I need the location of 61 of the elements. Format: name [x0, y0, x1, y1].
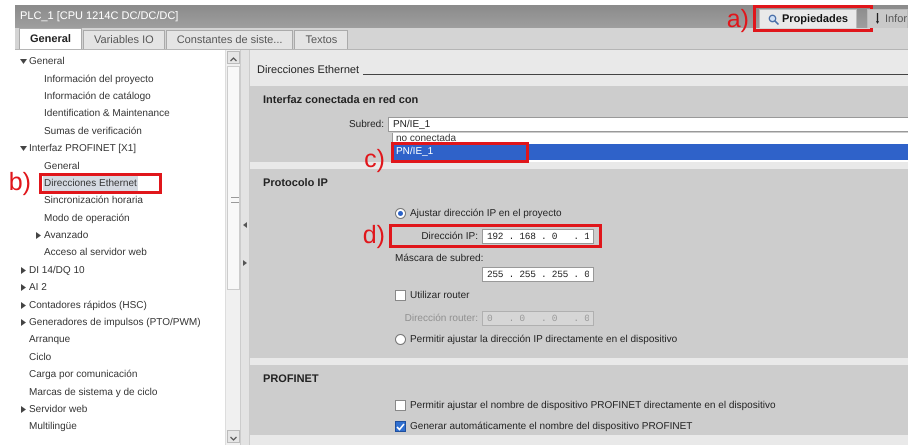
tree-item[interactable]: Información del proyecto [43, 72, 155, 87]
panel-tab[interactable]: Textos [294, 30, 348, 49]
tree-item[interactable]: Identification & Maintenance [43, 106, 171, 122]
tree-item[interactable]: Ciclo [28, 350, 52, 365]
radio-button[interactable] [395, 208, 406, 219]
section-heading: Direcciones Ethernet [257, 62, 360, 78]
input-field[interactable]: 255 . 255 . 255 . 0 [482, 267, 594, 282]
dropdown-option[interactable]: PN/IE_1 [393, 144, 908, 160]
field-label: Dirección router: [404, 312, 478, 326]
dropdown-field[interactable]: PN/IE_1 [388, 117, 908, 132]
tree-item[interactable]: DI 14/DQ 10 [28, 262, 86, 278]
field-label: Dirección IP: [420, 230, 478, 244]
magnifier-icon [768, 14, 779, 24]
tree-item[interactable]: Modo de operación [43, 210, 131, 226]
tree-item[interactable]: Servidor web [28, 402, 88, 417]
splitter-arrow-icon [243, 222, 247, 228]
checkbox[interactable] [395, 400, 406, 411]
checkbox-label: Generar automáticamente el nombre del dispositivo PROFINET [410, 420, 692, 434]
tree-item[interactable]: General [28, 54, 66, 70]
panel-tab[interactable]: Constantes de siste... [166, 30, 294, 49]
tree-item[interactable]: Contadores rápidos (HSC) [28, 298, 148, 313]
tree-item[interactable]: Direcciones Ethernet [43, 176, 138, 191]
field-label: Máscara de subred: [395, 252, 484, 266]
tree-item[interactable]: Carga por comunicación [28, 367, 138, 382]
splitter-arrow-icon [243, 260, 247, 266]
tree-item[interactable]: Interfaz PROFINET [X1] [28, 141, 138, 156]
dropdown-option[interactable]: no conectada [393, 133, 908, 144]
tree-item[interactable]: Marcas de sistema y de ciclo [28, 384, 158, 400]
tree-item[interactable]: Información de catálogo [43, 88, 152, 104]
section-title: PROFINET [262, 372, 320, 385]
tree-item[interactable]: Multilingüe [28, 419, 78, 434]
annotation-label: c) [364, 147, 385, 172]
radio-label: Permitir ajustar la dirección IP directamente en el dispositivo [410, 333, 678, 347]
scrollbar[interactable] [225, 50, 240, 445]
window-title: PLC_1 [CPU 1214C DC/DC/DC] [19, 8, 178, 24]
tree-item[interactable]: Sumas de verificación [43, 124, 143, 139]
annotation-label: b) [8, 170, 31, 195]
radio-button[interactable] [395, 334, 406, 345]
input-field[interactable]: 192 . 168 . 0 . 1 [482, 229, 594, 244]
tree-item[interactable]: Avanzado [43, 228, 90, 244]
checkbox[interactable] [395, 290, 406, 301]
field-label: Subred: [348, 118, 385, 132]
checkbox[interactable] [395, 421, 406, 432]
section-title: Interfaz conectada en red con [262, 93, 420, 106]
annotation-label: d) [362, 223, 385, 248]
panel-tab[interactable]: Variables IO [82, 30, 165, 49]
inspector-tab[interactable]: Infor [866, 9, 908, 28]
section-title: Protocolo IP [262, 176, 329, 189]
tree-item[interactable]: Arranque [28, 332, 72, 348]
checkbox-label: Permitir ajustar el nombre de dispositivo PROFINET directamente en el dispositivo [410, 399, 776, 413]
tree-item[interactable]: General [43, 158, 81, 174]
tree-item[interactable]: Sincronización horaria [43, 193, 144, 208]
tree-item[interactable]: Acceso al servidor web [43, 245, 148, 260]
checkbox-label: Utilizar router [410, 289, 470, 303]
radio-label: Ajustar dirección IP en el proyecto [410, 207, 562, 221]
tree-item[interactable]: Generadores de impulsos (PTO/PWM) [28, 315, 202, 330]
annotation-label: a) [726, 7, 749, 32]
panel-tab[interactable]: General [19, 28, 82, 49]
tree-item[interactable]: AI 2 [28, 280, 48, 296]
arrow-icon [876, 13, 882, 25]
inspector-tab[interactable]: Propiedades [758, 9, 857, 28]
